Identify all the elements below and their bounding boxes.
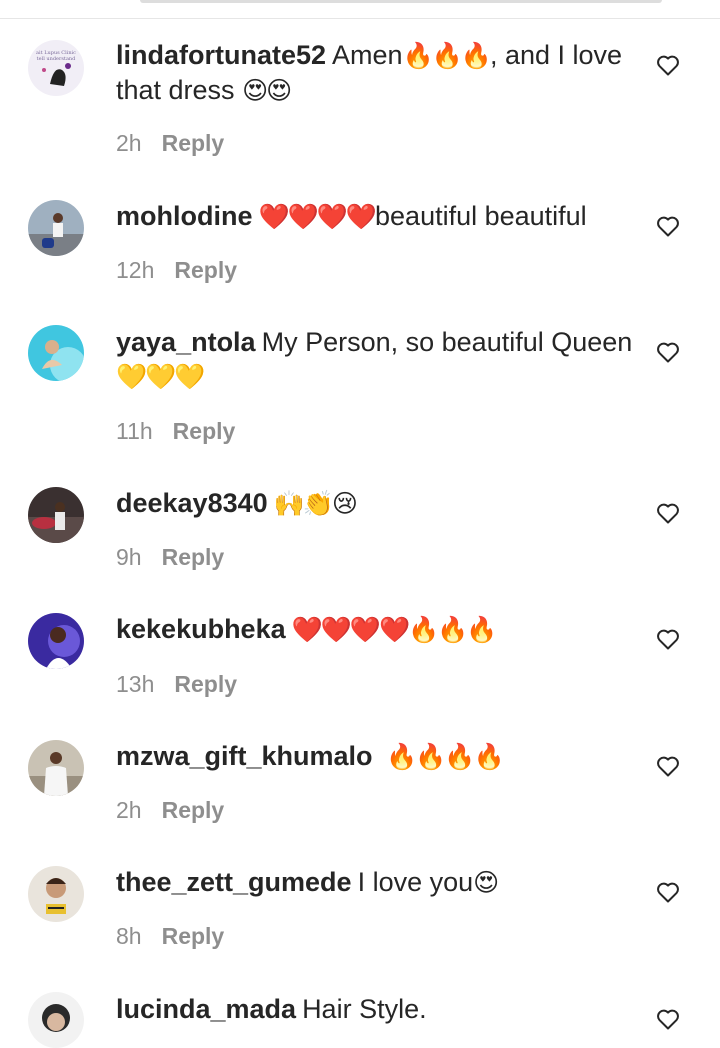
- heart-outline-icon[interactable]: [656, 215, 680, 237]
- heart-outline-icon[interactable]: [656, 881, 680, 903]
- reply-button[interactable]: Reply: [174, 257, 237, 283]
- heart-outline-icon[interactable]: [656, 502, 680, 524]
- comment-username[interactable]: kekekubheka: [116, 614, 286, 644]
- comment-meta: 2h Reply: [116, 130, 224, 157]
- comment-emoji: 💛💛💛: [116, 362, 205, 391]
- comment-emoji: 🔥🔥🔥: [402, 41, 492, 70]
- avatar[interactable]: [28, 866, 84, 922]
- svg-text:tell understand: tell understand: [37, 56, 77, 62]
- avatar[interactable]: ait Lupus Clinic tell understand: [28, 40, 84, 96]
- reply-button[interactable]: Reply: [174, 671, 237, 697]
- comment-emoji: 😍: [473, 868, 499, 897]
- comment-body: mohlodine ❤️❤️❤️❤️beautiful beautiful: [116, 199, 636, 234]
- heart-outline-icon[interactable]: [656, 755, 680, 777]
- comment-meta: 2h Reply: [116, 797, 224, 824]
- avatar[interactable]: [28, 325, 84, 381]
- comment-meta: 12h Reply: [116, 257, 237, 284]
- heart-outline-icon[interactable]: [656, 341, 680, 363]
- comment-text-continued: beautiful beautiful: [375, 201, 587, 231]
- comment-timestamp: 2h: [116, 130, 142, 156]
- comment-meta: 9h Reply: [116, 544, 224, 571]
- comment-timestamp: 2h: [116, 797, 142, 823]
- avatar[interactable]: [28, 740, 84, 796]
- comments-list[interactable]: ait Lupus Clinic tell understand lindafor…: [0, 0, 720, 1048]
- comment-text: My Person, so beautiful Queen: [261, 327, 633, 357]
- comment-emoji: 🙌👏😢: [273, 489, 358, 518]
- comment-timestamp: 12h: [116, 257, 155, 283]
- comment-username[interactable]: mzwa_gift_khumalo: [116, 741, 373, 771]
- reply-button[interactable]: Reply: [162, 923, 225, 949]
- comment-username[interactable]: thee_zett_gumede: [116, 867, 352, 897]
- heart-outline-icon[interactable]: [656, 54, 680, 76]
- comment-body: yaya_ntola My Person, so beautiful Queen …: [116, 325, 636, 394]
- avatar[interactable]: [28, 200, 84, 256]
- comment-body: mzwa_gift_khumalo 🔥🔥🔥🔥: [116, 739, 636, 774]
- comment-username[interactable]: lindafortunate52: [116, 40, 326, 70]
- comment-body: lucinda_mada Hair Style.: [116, 992, 636, 1026]
- comment-emoji: 🔥🔥🔥🔥: [386, 742, 505, 771]
- comment-emoji: ❤️❤️❤️❤️🔥🔥🔥: [291, 615, 498, 644]
- comment-body: thee_zett_gumede I love you😍: [116, 865, 636, 900]
- heart-outline-icon[interactable]: [656, 628, 680, 650]
- comment-text: Amen: [332, 40, 403, 70]
- comment-username[interactable]: lucinda_mada: [116, 994, 296, 1024]
- reply-button[interactable]: Reply: [173, 418, 236, 444]
- comment-meta: 8h Reply: [116, 923, 224, 950]
- comment-username[interactable]: yaya_ntola: [116, 327, 256, 357]
- avatar[interactable]: [28, 613, 84, 669]
- comment-timestamp: 11h: [116, 418, 153, 444]
- comment-body: deekay8340 🙌👏😢: [116, 486, 636, 521]
- comment-username[interactable]: mohlodine: [116, 201, 253, 231]
- comment-text: I love you: [357, 867, 474, 897]
- avatar[interactable]: [28, 992, 84, 1048]
- comment-timestamp: 9h: [116, 544, 142, 570]
- comment-timestamp: 13h: [116, 671, 155, 697]
- avatar[interactable]: [28, 487, 84, 543]
- comment-text: Hair Style.: [302, 994, 427, 1024]
- comment-emoji: ❤️❤️❤️❤️: [258, 202, 378, 231]
- reply-button[interactable]: Reply: [162, 797, 225, 823]
- comment-timestamp: 8h: [116, 923, 142, 949]
- heart-outline-icon[interactable]: [656, 1008, 680, 1030]
- comment-body: kekekubheka ❤️❤️❤️❤️🔥🔥🔥: [116, 612, 636, 647]
- comment-body: lindafortunate52 Amen🔥🔥🔥, and I love that…: [116, 38, 636, 108]
- reply-button[interactable]: Reply: [162, 130, 225, 156]
- comment-meta: 11h Reply: [116, 418, 235, 445]
- reply-button[interactable]: Reply: [162, 544, 225, 570]
- comment-username[interactable]: deekay8340: [116, 488, 268, 518]
- comment-meta: 13h Reply: [116, 671, 237, 698]
- comment-emoji-trailing: 😍😍: [242, 76, 292, 105]
